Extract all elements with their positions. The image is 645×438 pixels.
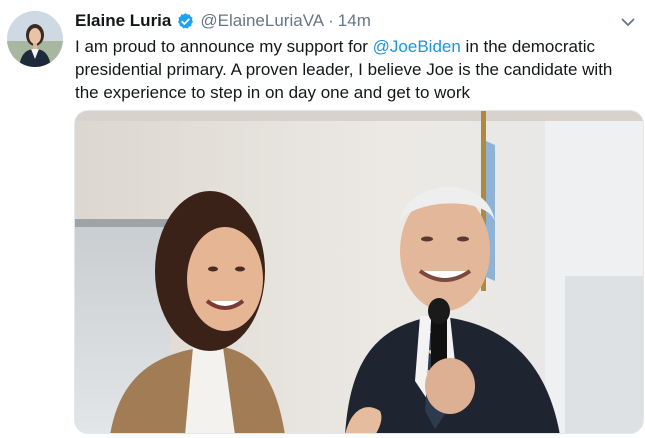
chevron-down-icon[interactable] (620, 14, 636, 30)
separator-dot: · (328, 11, 334, 30)
tweet-timestamp[interactable]: 14m (338, 10, 371, 32)
tweet-text: I am proud to announce my support for @J… (75, 35, 640, 104)
mention-link[interactable]: @JoeBiden (373, 37, 461, 56)
tweet-photo[interactable] (74, 110, 644, 434)
tweet-card: Elaine Luria @ElaineLuriaVA · 14m I am p… (0, 0, 645, 438)
tweet-text-part: I am proud to announce my support for (75, 37, 373, 56)
tweet-header: Elaine Luria @ElaineLuriaVA · 14m (75, 10, 371, 32)
display-name[interactable]: Elaine Luria (75, 10, 171, 32)
verified-badge-icon (176, 12, 195, 31)
avatar[interactable] (7, 11, 63, 67)
user-handle[interactable]: @ElaineLuriaVA (200, 10, 324, 32)
